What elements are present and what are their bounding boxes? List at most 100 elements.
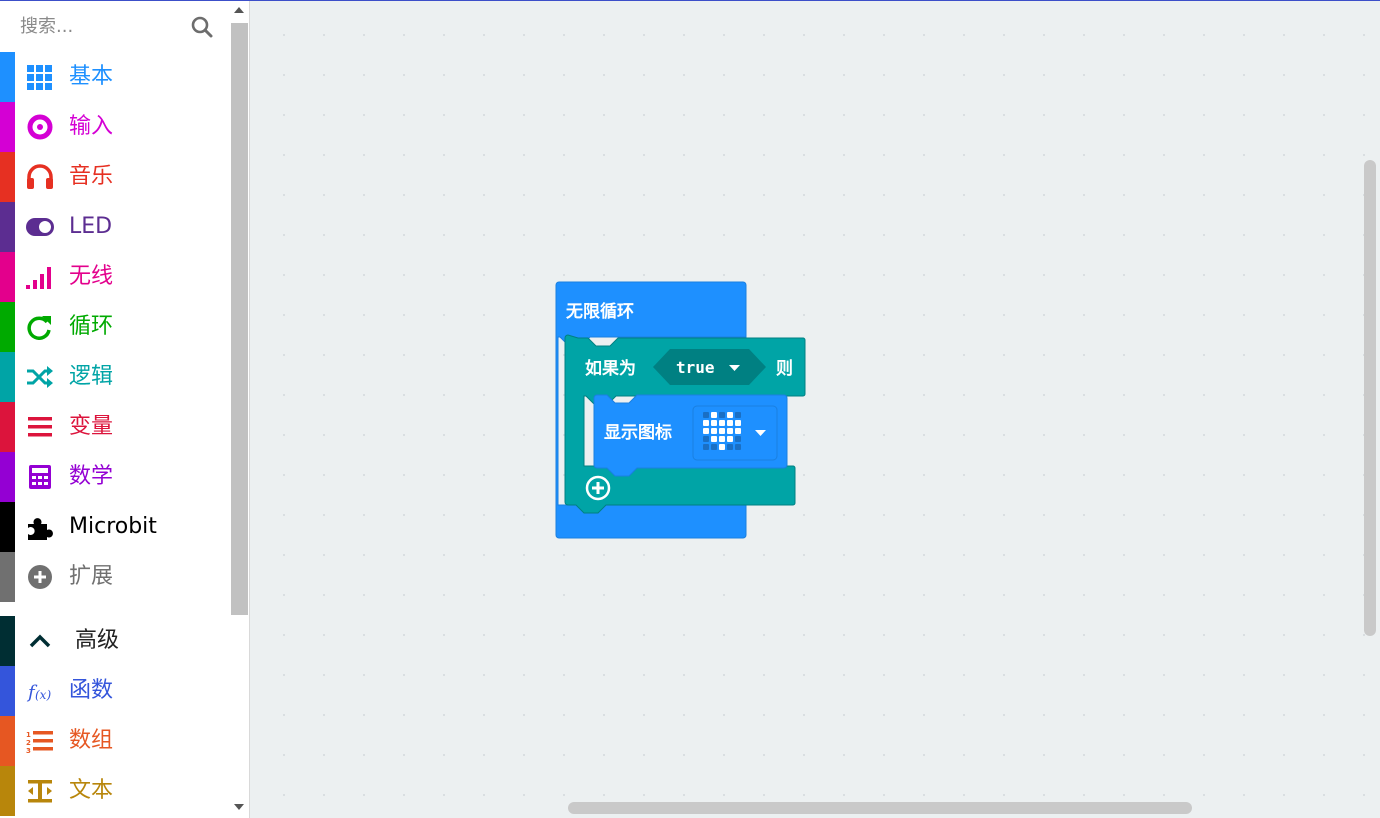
category-functions[interactable]: f (x) 函数 xyxy=(0,666,230,716)
workspace-vertical-scrollbar[interactable] xyxy=(1364,160,1376,636)
heart-icon-pixel xyxy=(727,420,733,426)
category-led[interactable]: LED xyxy=(0,202,230,252)
heart-icon-pixel xyxy=(711,436,717,442)
heart-icon-pixel xyxy=(719,428,725,434)
scroll-down-arrow-icon[interactable] xyxy=(234,804,244,810)
svg-text:3: 3 xyxy=(26,747,31,754)
shuffle-icon xyxy=(25,364,55,390)
category-label: 变量 xyxy=(69,414,114,439)
category-color-stripe xyxy=(0,102,15,152)
heart-icon-pixel xyxy=(727,412,733,418)
search-icon[interactable] xyxy=(190,15,214,39)
scroll-up-arrow-icon[interactable] xyxy=(234,7,244,13)
category-color-stripe xyxy=(0,502,15,552)
category-math[interactable]: 数学 xyxy=(0,452,230,502)
heart-icon-pixel xyxy=(719,412,725,418)
svg-text:2: 2 xyxy=(26,739,31,747)
toolbox-scrollbar[interactable] xyxy=(231,23,248,615)
category-basic[interactable]: 基本 xyxy=(0,52,230,102)
circle-dot-icon xyxy=(25,114,55,140)
show-icon-label: 显示图标 xyxy=(604,422,672,443)
category-text[interactable]: 文本 xyxy=(0,766,230,816)
category-label: 扩展 xyxy=(69,564,114,589)
category-radio[interactable]: 无线 xyxy=(0,252,230,302)
heart-icon-pixel xyxy=(711,428,717,434)
category-label: 基本 xyxy=(69,64,114,89)
category-advanced[interactable]: 高级 xyxy=(0,616,230,666)
category-logic[interactable]: 逻辑 xyxy=(0,352,230,402)
category-color-stripe xyxy=(0,152,15,202)
heart-icon-pixel xyxy=(711,412,717,418)
svg-text:(x): (x) xyxy=(35,688,51,702)
category-color-stripe xyxy=(0,202,15,252)
blocks-canvas: 无限循环 如果为 true 则 显示图标 xyxy=(555,281,806,539)
condition-value: true xyxy=(676,358,715,377)
heart-icon-pixel xyxy=(735,420,741,426)
heart-icon-pixel xyxy=(735,436,741,442)
category-color-stripe xyxy=(0,352,15,402)
heart-icon-pixel xyxy=(719,444,725,450)
category-music[interactable]: 音乐 xyxy=(0,152,230,202)
heart-icon-pixel xyxy=(711,420,717,426)
heart-icon-pixel xyxy=(703,420,709,426)
grid-icon xyxy=(25,64,55,90)
calculator-icon xyxy=(25,464,55,490)
category-label: 循环 xyxy=(69,314,114,339)
category-color-stripe xyxy=(0,616,15,666)
workspace-horizontal-scrollbar[interactable] xyxy=(568,802,1192,814)
category-color-stripe xyxy=(0,402,15,452)
list-lines-icon xyxy=(25,414,55,440)
heart-icon-pixel xyxy=(703,444,709,450)
heart-icon-pixel xyxy=(719,436,725,442)
category-label: Microbit xyxy=(69,514,157,539)
workspace[interactable]: 无限循环 如果为 true 则 显示图标 xyxy=(250,1,1380,818)
headphones-icon xyxy=(25,164,55,190)
then-label: 则 xyxy=(776,358,793,379)
category-loops[interactable]: 循环 xyxy=(0,302,230,352)
heart-icon-pixel xyxy=(735,412,741,418)
heart-icon-pixel xyxy=(703,412,709,418)
svg-text:1: 1 xyxy=(26,731,31,739)
category-extensions[interactable]: 扩展 xyxy=(0,552,230,602)
plus-circle-icon xyxy=(25,564,55,590)
category-label: LED xyxy=(69,214,113,239)
search-input[interactable] xyxy=(0,1,210,51)
function-icon: f (x) xyxy=(25,678,55,704)
heart-icon-pixel xyxy=(727,444,733,450)
category-color-stripe xyxy=(0,302,15,352)
heart-icon xyxy=(703,412,741,450)
if-label: 如果为 xyxy=(585,358,636,379)
category-color-stripe xyxy=(0,666,15,716)
heart-icon-pixel xyxy=(711,444,717,450)
category-color-stripe xyxy=(0,552,15,602)
category-variables[interactable]: 变量 xyxy=(0,402,230,452)
category-color-stripe xyxy=(0,52,15,102)
toolbox: 基本输入音乐 LED 无线循环逻辑变量数学 Microbit 扩展高级 f(x) 函数 123… xyxy=(0,1,250,818)
category-label: 高级 xyxy=(75,628,120,653)
puzzle-icon xyxy=(25,514,55,540)
category-arrays[interactable]: 1 2 3 数组 xyxy=(0,716,230,766)
numbered-list-icon: 123 xyxy=(25,728,55,754)
text-icon xyxy=(25,778,55,804)
chevron-up-icon xyxy=(25,628,55,654)
category-microbit[interactable]: Microbit xyxy=(0,502,230,552)
category-color-stripe xyxy=(0,252,15,302)
signal-bars-icon xyxy=(25,264,55,290)
category-color-stripe xyxy=(0,766,15,816)
category-input[interactable]: 输入 xyxy=(0,102,230,152)
category-color-stripe xyxy=(0,716,15,766)
heart-icon-pixel xyxy=(727,436,733,442)
category-label: 文本 xyxy=(69,778,114,803)
category-label: 无线 xyxy=(69,264,114,289)
heart-icon-pixel xyxy=(703,436,709,442)
forever-label: 无限循环 xyxy=(565,301,634,322)
heart-icon-pixel xyxy=(719,420,725,426)
refresh-icon xyxy=(25,314,55,340)
search-box xyxy=(0,1,230,51)
category-label: 音乐 xyxy=(69,164,114,189)
category-label: 逻辑 xyxy=(69,364,114,389)
category-label: 输入 xyxy=(69,114,114,139)
heart-icon-pixel xyxy=(735,428,741,434)
heart-icon-pixel xyxy=(735,444,741,450)
category-label: 函数 xyxy=(69,678,114,703)
